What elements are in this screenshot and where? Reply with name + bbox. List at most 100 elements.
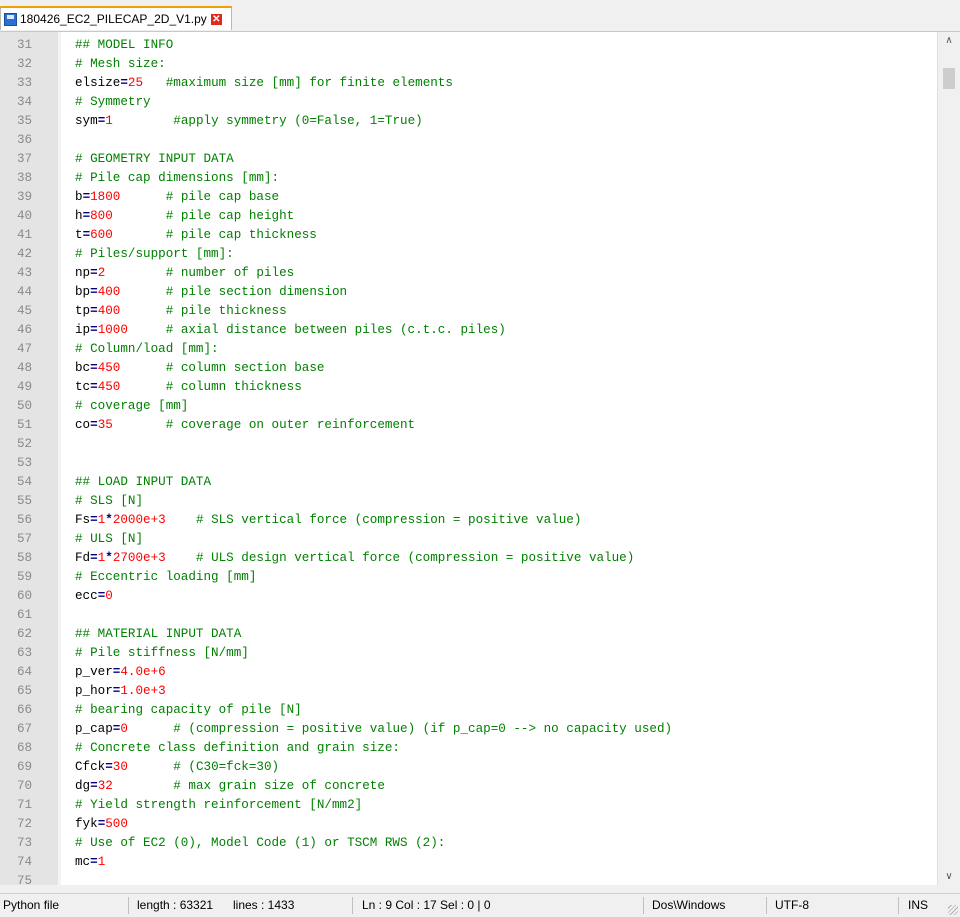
code-editor[interactable]: 31 ## MODEL INFO 32 # Mesh size: 33 elsize=25… bbox=[0, 32, 960, 885]
code-line[interactable]: 43 np=2 # number of piles bbox=[0, 263, 938, 282]
code-token: elsize bbox=[75, 75, 121, 90]
line-number: 35 bbox=[17, 113, 33, 128]
code-line[interactable]: 44 bp=400 # pile section dimension bbox=[0, 282, 938, 301]
line-number: 38 bbox=[17, 170, 33, 185]
code-token: = bbox=[90, 360, 98, 375]
code-line[interactable]: 37 # GEOMETRY INPUT DATA bbox=[0, 149, 938, 168]
code-token: fyk bbox=[75, 816, 98, 831]
status-bar: Python file length : 63321 lines : 1433 … bbox=[0, 893, 960, 917]
code-line[interactable]: 39 b=1800 # pile cap base bbox=[0, 187, 938, 206]
code-token: 400 bbox=[97, 284, 121, 299]
resize-grip-icon[interactable] bbox=[948, 905, 958, 915]
code-line[interactable]: 71 # Yield strength reinforcement [N/mm2] bbox=[0, 795, 938, 814]
tab-file[interactable]: 180426_EC2_PILECAP_2D_V1.py ✕ bbox=[0, 6, 232, 30]
code-token: # Symmetry bbox=[75, 94, 151, 109]
code-token: # Piles/support [mm]: bbox=[75, 246, 234, 261]
code-token: = bbox=[90, 778, 98, 793]
save-icon[interactable] bbox=[4, 12, 17, 26]
code-line[interactable]: 62 ## MATERIAL INPUT DATA bbox=[0, 624, 938, 643]
code-line[interactable]: 51 co=35 # coverage on outer reinforcemen… bbox=[0, 415, 938, 434]
code-line[interactable]: 52 bbox=[0, 434, 938, 453]
code-line[interactable]: 46 ip=1000 # axial distance between piles… bbox=[0, 320, 938, 339]
code-text: ecc=0 bbox=[75, 589, 113, 603]
code-line[interactable]: 55 # SLS [N] bbox=[0, 491, 938, 510]
line-number: 34 bbox=[17, 94, 33, 109]
line-number: 63 bbox=[17, 645, 33, 660]
code-line[interactable]: 32 # Mesh size: bbox=[0, 54, 938, 73]
scroll-down-icon[interactable]: ∨ bbox=[938, 868, 960, 885]
code-token: = bbox=[82, 208, 91, 223]
code-line[interactable]: 70 dg=32 # max grain size of concrete bbox=[0, 776, 938, 795]
code-token: # axial distance between piles (c.t.c. p… bbox=[165, 322, 506, 337]
code-token: #apply symmetry (0=False, 1=True) bbox=[173, 113, 423, 128]
code-line[interactable]: 57 # ULS [N] bbox=[0, 529, 938, 548]
line-number: 32 bbox=[17, 56, 33, 71]
code-line[interactable]: 64 p_ver=4.0e+6 bbox=[0, 662, 938, 681]
code-text: h=800 # pile cap height bbox=[75, 209, 294, 223]
code-token: #maximum size [mm] for finite elements bbox=[165, 75, 453, 90]
line-number: 39 bbox=[17, 189, 33, 204]
code-line[interactable]: 65 p_hor=1.0e+3 bbox=[0, 681, 938, 700]
code-token: co bbox=[75, 417, 91, 432]
code-line[interactable]: 67 p_cap=0 # (compression = positive valu… bbox=[0, 719, 938, 738]
code-line[interactable]: 61 bbox=[0, 605, 938, 624]
code-line[interactable]: 56 Fs=1*2000e+3 # SLS vertical force (com… bbox=[0, 510, 938, 529]
code-token: bp bbox=[75, 284, 91, 299]
code-token: # pile cap height bbox=[165, 208, 295, 223]
code-line[interactable]: 45 tp=400 # pile thickness bbox=[0, 301, 938, 320]
line-number: 68 bbox=[17, 740, 33, 755]
code-token: = bbox=[90, 322, 98, 337]
code-line[interactable]: 60 ecc=0 bbox=[0, 586, 938, 605]
code-line[interactable]: 33 elsize=25 #maximum size [mm] for finit… bbox=[0, 73, 938, 92]
code-line[interactable]: 36 bbox=[0, 130, 938, 149]
code-text: # Eccentric loading [mm] bbox=[75, 570, 256, 584]
code-token: ecc bbox=[75, 588, 98, 603]
code-line[interactable]: 72 fyk=500 bbox=[0, 814, 938, 833]
code-token: # column section base bbox=[165, 360, 325, 375]
code-line[interactable]: 73 # Use of EC2 (0), Model Code (1) or TS… bbox=[0, 833, 938, 852]
code-token: tp bbox=[75, 303, 91, 318]
code-line[interactable]: 69 Cfck=30 # (C30=fck=30) bbox=[0, 757, 938, 776]
code-line[interactable]: 58 Fd=1*2700e+3 # ULS design vertical for… bbox=[0, 548, 938, 567]
code-text: # GEOMETRY INPUT DATA bbox=[75, 152, 234, 166]
code-token: 1.0e+3 bbox=[120, 683, 166, 698]
code-line[interactable]: 63 # Pile stiffness [N/mm] bbox=[0, 643, 938, 662]
code-line[interactable]: 68 # Concrete class definition and grain … bbox=[0, 738, 938, 757]
code-line[interactable]: 66 # bearing capacity of pile [N] bbox=[0, 700, 938, 719]
code-line[interactable]: 59 # Eccentric loading [mm] bbox=[0, 567, 938, 586]
scroll-up-icon[interactable]: ∧ bbox=[938, 32, 960, 49]
code-line[interactable]: 74 mc=1 bbox=[0, 852, 938, 871]
code-token: = bbox=[90, 854, 98, 869]
code-line[interactable]: 40 h=800 # pile cap height bbox=[0, 206, 938, 225]
code-line[interactable]: 42 # Piles/support [mm]: bbox=[0, 244, 938, 263]
code-line[interactable]: 47 # Column/load [mm]: bbox=[0, 339, 938, 358]
code-line[interactable]: 35 sym=1 #apply symmetry (0=False, 1=True… bbox=[0, 111, 938, 130]
code-lines[interactable]: 31 ## MODEL INFO 32 # Mesh size: 33 elsize=25… bbox=[0, 35, 938, 886]
line-number: 47 bbox=[17, 341, 33, 356]
code-text: # Symmetry bbox=[75, 95, 151, 109]
code-line[interactable]: 48 bc=450 # column section base bbox=[0, 358, 938, 377]
code-token: # ULS [N] bbox=[75, 531, 144, 546]
code-text: bp=400 # pile section dimension bbox=[75, 285, 347, 299]
close-icon[interactable]: ✕ bbox=[210, 13, 222, 25]
code-text: # Column/load [mm]: bbox=[75, 342, 219, 356]
code-text: # Mesh size: bbox=[75, 57, 166, 71]
scrollbar-thumb[interactable] bbox=[943, 68, 955, 89]
code-line[interactable]: 53 bbox=[0, 453, 938, 472]
code-line[interactable]: 38 # Pile cap dimensions [mm]: bbox=[0, 168, 938, 187]
code-line[interactable]: 75 bbox=[0, 871, 938, 886]
code-token: 32 bbox=[97, 778, 113, 793]
vertical-scrollbar[interactable]: ∧ ∨ bbox=[937, 32, 960, 885]
code-line[interactable]: 34 # Symmetry bbox=[0, 92, 938, 111]
code-text: Fs=1*2000e+3 # SLS vertical force (compr… bbox=[75, 513, 581, 527]
code-token: 1800 bbox=[90, 189, 121, 204]
code-line[interactable]: 49 tc=450 # column thickness bbox=[0, 377, 938, 396]
code-token: ip bbox=[75, 322, 91, 337]
code-line[interactable]: 50 # coverage [mm] bbox=[0, 396, 938, 415]
code-line[interactable]: 41 t=600 # pile cap thickness bbox=[0, 225, 938, 244]
code-line[interactable]: 54 ## LOAD INPUT DATA bbox=[0, 472, 938, 491]
code-token: Cfck bbox=[75, 759, 106, 774]
code-line[interactable]: 31 ## MODEL INFO bbox=[0, 35, 938, 54]
